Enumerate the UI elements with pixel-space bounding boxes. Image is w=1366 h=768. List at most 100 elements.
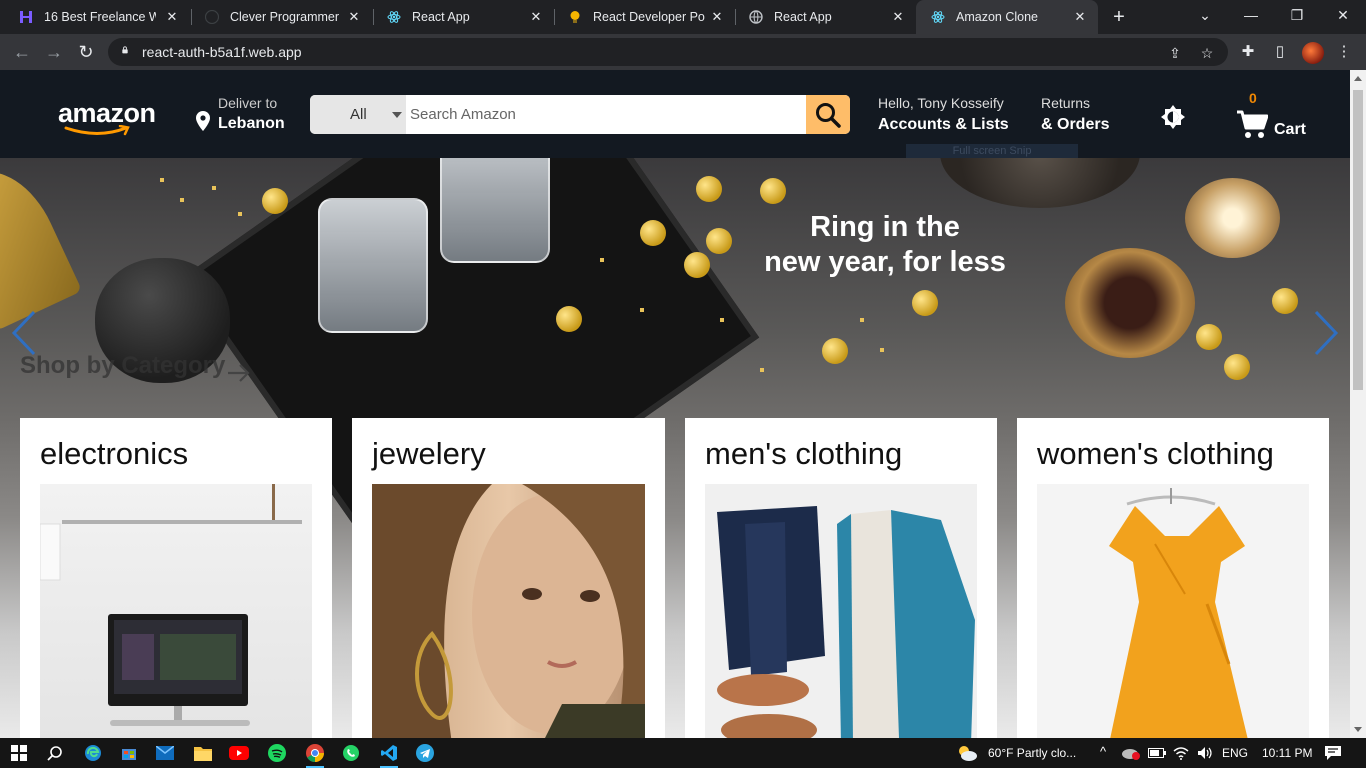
logo-smile-icon — [64, 125, 130, 136]
notification-center-icon[interactable] — [1322, 742, 1344, 764]
telegram-icon[interactable] — [414, 742, 436, 764]
amazon-logo[interactable]: amazon — [58, 98, 156, 136]
bowl-graphic — [1065, 248, 1195, 358]
clock-time[interactable]: 10:11 PM — [1262, 746, 1312, 760]
wifi-icon[interactable] — [1170, 742, 1192, 764]
cart-button[interactable]: 0 Cart — [1236, 90, 1316, 144]
logo-text: amazon — [58, 98, 156, 128]
edge-icon[interactable] — [82, 742, 104, 764]
arrow-right-icon[interactable] — [226, 362, 252, 389]
close-tab-icon[interactable]: ✕ — [1072, 9, 1088, 25]
restore-button[interactable]: ❐ — [1274, 0, 1320, 30]
volume-icon[interactable] — [1194, 742, 1216, 764]
scroll-down-arrow-icon[interactable] — [1354, 727, 1362, 732]
category-title: women's clothing — [1037, 436, 1274, 471]
confetti-coin — [822, 338, 848, 364]
chevron-up-icon[interactable]: ^ — [1100, 744, 1106, 759]
spotify-icon[interactable] — [266, 742, 288, 764]
freelance-icon — [18, 9, 34, 25]
amazon-header: amazon Deliver to Lebanon All Hello, Ton… — [0, 70, 1350, 158]
confetti-piece — [160, 178, 164, 182]
category-card-mens-clothing[interactable]: men's clothing — [685, 418, 997, 738]
account-menu[interactable]: Hello, Tony Kosseify Accounts & Lists — [878, 95, 1009, 134]
tab-react-portfolio[interactable]: React Developer Portfo ✕ — [553, 0, 735, 34]
category-image-jewelery[interactable] — [372, 484, 645, 738]
tab-clever-programmer[interactable]: Clever Programmer ✕ — [190, 0, 372, 34]
theme-toggle-icon[interactable] — [1160, 104, 1186, 135]
extensions-puzzle-icon[interactable]: ✚ — [1238, 42, 1258, 62]
scroll-up-arrow-icon[interactable] — [1354, 76, 1362, 81]
cart-icon — [1237, 110, 1268, 138]
url-text: react-auth-b5a1f.web.app — [142, 44, 302, 60]
accounts-lists-label: Accounts & Lists — [878, 116, 1009, 133]
search-button[interactable] — [806, 95, 850, 134]
microsoft-store-icon[interactable] — [118, 742, 140, 764]
youtube-icon[interactable] — [228, 742, 250, 764]
language-indicator[interactable]: ENG — [1222, 746, 1248, 760]
category-card-jewelery[interactable]: jewelery — [352, 418, 665, 738]
browser-toolbar: ← → ↻ react-auth-b5a1f.web.app ⇪ ☆ ✚ ▯ ⋮ — [0, 34, 1366, 70]
bookmark-star-icon[interactable]: ☆ — [1198, 44, 1216, 62]
carousel-next-chevron-icon[interactable] — [1312, 308, 1342, 363]
deliver-location: Lebanon — [218, 115, 285, 132]
category-card-womens-clothing[interactable]: women's clothing — [1017, 418, 1329, 738]
category-title: jewelery — [372, 436, 486, 471]
shop-by-category-heading[interactable]: Shop by Category — [20, 352, 225, 380]
cart-count: 0 — [1249, 90, 1257, 106]
close-tab-icon[interactable]: ✕ — [164, 9, 180, 25]
file-explorer-icon[interactable] — [192, 742, 214, 764]
profile-avatar[interactable] — [1302, 42, 1324, 64]
address-bar[interactable]: react-auth-b5a1f.web.app ⇪ ☆ — [108, 38, 1228, 66]
close-tab-icon[interactable]: ✕ — [890, 9, 906, 25]
close-tab-icon[interactable]: ✕ — [346, 9, 362, 25]
confetti-coin — [262, 188, 288, 214]
category-image-mens-clothing[interactable] — [705, 484, 977, 738]
tab-amazon-clone[interactable]: Amazon Clone ✕ — [916, 0, 1098, 34]
close-window-button[interactable]: ✕ — [1320, 0, 1366, 30]
side-panel-icon[interactable]: ▯ — [1270, 42, 1290, 62]
battery-icon[interactable] — [1146, 742, 1168, 764]
category-card-electronics[interactable]: electronics — [20, 418, 332, 738]
windows-start-icon[interactable] — [8, 742, 30, 764]
tab-title: React Developer Portfo — [593, 10, 705, 24]
new-tab-button[interactable]: + — [1108, 6, 1130, 28]
weather-text[interactable]: 60°F Partly clo... — [988, 746, 1076, 760]
mail-icon[interactable] — [154, 742, 176, 764]
confetti-coin — [684, 252, 710, 278]
scrollbar-thumb[interactable] — [1353, 90, 1363, 390]
whatsapp-icon[interactable] — [340, 742, 362, 764]
back-arrow-icon[interactable]: ← — [10, 40, 34, 64]
confetti-coin — [706, 228, 732, 254]
category-image-electronics[interactable] — [40, 484, 312, 738]
confetti-piece — [860, 318, 864, 322]
tab-search-chevron-icon[interactable]: ⌄ — [1182, 0, 1228, 30]
onedrive-error-icon[interactable] — [1120, 742, 1142, 764]
tab-react-app-1[interactable]: React App ✕ — [372, 0, 554, 34]
page-scrollbar[interactable] — [1350, 70, 1366, 738]
search-input[interactable] — [406, 95, 806, 134]
github-icon — [204, 9, 220, 25]
search-icon — [816, 102, 841, 128]
close-tab-icon[interactable]: ✕ — [528, 9, 544, 25]
chrome-icon[interactable] — [304, 742, 326, 768]
returns-label: Returns — [1041, 95, 1091, 111]
search-icon[interactable] — [44, 742, 66, 764]
confetti-piece — [600, 258, 604, 262]
tab-title: Clever Programmer — [230, 10, 340, 24]
vscode-icon[interactable] — [378, 742, 400, 768]
share-icon[interactable]: ⇪ — [1166, 44, 1184, 62]
greeting-text: Hello, Tony Kosseify — [878, 95, 1004, 111]
returns-orders[interactable]: Returns & Orders — [1041, 95, 1109, 134]
minimize-button[interactable]: — — [1228, 0, 1274, 30]
search-bar: All — [310, 95, 850, 134]
chrome-menu-icon[interactable]: ⋮ — [1334, 42, 1354, 62]
tab-title: Amazon Clone — [956, 10, 1038, 24]
tab-react-app-2[interactable]: React App ✕ — [734, 0, 916, 34]
search-category-select[interactable]: All — [310, 95, 406, 134]
close-tab-icon[interactable]: ✕ — [709, 9, 725, 25]
tab-freelance[interactable]: 16 Best Freelance Web ✕ — [4, 0, 190, 34]
reload-icon[interactable]: ↻ — [74, 40, 98, 64]
forward-arrow-icon[interactable]: → — [42, 40, 66, 64]
category-image-womens-clothing[interactable] — [1037, 484, 1309, 738]
weather-partly-cloudy-icon[interactable] — [956, 742, 978, 764]
